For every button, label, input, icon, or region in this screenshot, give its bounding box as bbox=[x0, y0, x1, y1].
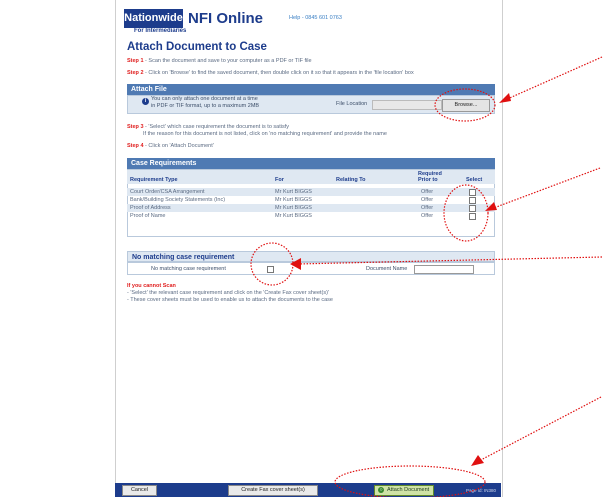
arrowhead-no-match bbox=[290, 258, 301, 270]
arrowhead-attach bbox=[471, 455, 484, 466]
annotation-circle-attach bbox=[334, 465, 486, 497]
annotation-circle-browse bbox=[434, 88, 496, 122]
annotation-arrow-browse bbox=[504, 56, 603, 101]
annotation-arrow-attach bbox=[476, 396, 602, 463]
annotation-arrow-no-match bbox=[296, 256, 603, 265]
annotation-layer bbox=[250, 56, 603, 497]
annotation-circle-no-match bbox=[250, 242, 294, 286]
annotation-circle-select bbox=[443, 184, 489, 242]
annotation-arrow-select bbox=[490, 167, 601, 210]
arrowhead-browse bbox=[499, 93, 511, 103]
